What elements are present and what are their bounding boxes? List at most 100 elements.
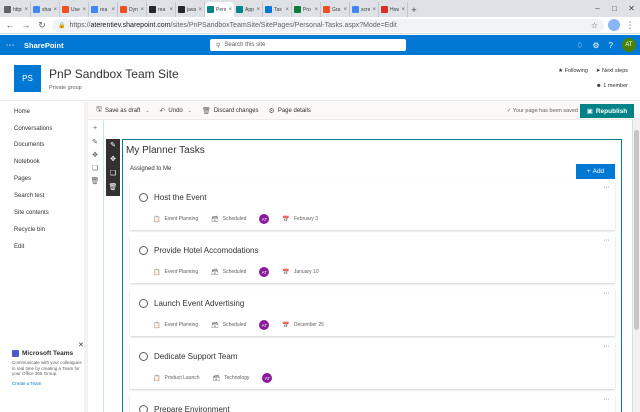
discard-changes-button[interactable]: 🗑 Discard changes bbox=[202, 107, 259, 115]
site-logo[interactable]: PS bbox=[14, 65, 41, 92]
browser-tab[interactable]: scre × bbox=[350, 2, 379, 17]
browser-tab[interactable]: Pers × bbox=[205, 2, 234, 17]
user-avatar[interactable]: AT bbox=[622, 38, 636, 52]
close-window-icon[interactable]: ✕ bbox=[623, 0, 640, 17]
browser-tab[interactable]: Gra × bbox=[321, 2, 350, 17]
close-tab-icon[interactable]: × bbox=[314, 7, 318, 13]
bell-icon[interactable]: ♢ bbox=[576, 41, 583, 50]
nav-item[interactable]: Recycle bin bbox=[14, 227, 45, 233]
close-tab-icon[interactable]: × bbox=[111, 7, 115, 13]
nav-item[interactable]: Notebook bbox=[14, 159, 40, 165]
task-title[interactable]: Host the Event bbox=[154, 193, 206, 202]
republish-button[interactable]: ▣ Republish bbox=[580, 104, 634, 118]
browser-tab[interactable]: Pro × bbox=[292, 2, 321, 17]
assignee-avatar[interactable]: AT bbox=[259, 267, 270, 277]
create-team-link[interactable]: Create a Team bbox=[12, 381, 82, 386]
complete-task-checkbox[interactable] bbox=[139, 405, 148, 412]
members-button[interactable]: ☻ 1 member bbox=[596, 83, 628, 89]
complete-task-checkbox[interactable] bbox=[139, 246, 148, 255]
browser-tab[interactable]: Tas × bbox=[263, 2, 292, 17]
browser-tab[interactable]: App × bbox=[234, 2, 263, 17]
save-as-draft-button[interactable]: 🖫 Save as draft ⌄ bbox=[96, 105, 156, 116]
close-tab-icon[interactable]: × bbox=[53, 7, 57, 13]
add-section-icon[interactable]: + bbox=[90, 125, 100, 138]
left-nav-scrollbar[interactable] bbox=[84, 102, 88, 412]
nav-item[interactable]: Home bbox=[14, 109, 30, 115]
browser-tab[interactable]: https:× bbox=[2, 2, 31, 17]
add-task-button[interactable]: + Add bbox=[576, 164, 615, 179]
site-title[interactable]: PnP Sandbox Team Site bbox=[49, 67, 179, 81]
page-scrollbar[interactable] bbox=[633, 120, 640, 412]
edit-webpart-icon[interactable]: ✎ bbox=[106, 139, 120, 153]
scrollbar-thumb[interactable] bbox=[634, 130, 639, 330]
back-icon[interactable]: ← bbox=[4, 19, 16, 31]
nav-item[interactable]: Search test bbox=[14, 193, 44, 199]
task-card[interactable]: ··· Launch Event Advertising 📋 Event Planni… bbox=[130, 289, 615, 336]
more-options-icon[interactable]: ··· bbox=[604, 396, 610, 403]
close-tab-icon[interactable]: × bbox=[24, 7, 28, 13]
close-tab-icon[interactable]: × bbox=[198, 7, 202, 13]
browser-tab[interactable]: java × bbox=[176, 2, 205, 17]
more-options-icon[interactable]: ··· bbox=[604, 343, 610, 350]
complete-task-checkbox[interactable] bbox=[139, 299, 148, 308]
duplicate-section-icon[interactable]: ❏ bbox=[90, 164, 100, 177]
chevron-down-icon[interactable]: ⌄ bbox=[188, 108, 192, 114]
task-card[interactable]: ··· Dedicate Support Team 📋 Product Launch 🗃… bbox=[130, 342, 615, 389]
task-card[interactable]: ··· Provide Hotel Accomodations 📋 Event Pla… bbox=[130, 236, 615, 283]
following-button[interactable]: ★ Following bbox=[558, 68, 588, 74]
new-tab-button[interactable]: + bbox=[408, 2, 420, 17]
close-tab-icon[interactable]: × bbox=[82, 7, 86, 13]
delete-webpart-icon[interactable]: 🗑 bbox=[106, 181, 120, 195]
nav-item[interactable]: Pages bbox=[14, 176, 31, 182]
help-icon[interactable]: ? bbox=[609, 41, 613, 50]
nav-item[interactable]: Site contents bbox=[14, 210, 49, 216]
delete-section-icon[interactable]: 🗑 bbox=[90, 177, 100, 190]
more-options-icon[interactable]: ··· bbox=[604, 237, 610, 244]
task-card[interactable]: ··· Host the Event 📋 Event Planning 🗃 Schedul… bbox=[130, 183, 615, 230]
forward-icon[interactable]: → bbox=[20, 19, 32, 31]
browser-tab[interactable]: How × bbox=[379, 2, 408, 17]
minimize-icon[interactable]: – bbox=[589, 0, 606, 17]
assignee-avatar[interactable]: AT bbox=[259, 320, 270, 330]
duplicate-webpart-icon[interactable]: ❏ bbox=[106, 167, 120, 181]
site-search-box[interactable]: ⚲ Search this site bbox=[210, 39, 406, 51]
maximize-icon[interactable]: □ bbox=[606, 0, 623, 17]
sharepoint-brand[interactable]: SharePoint bbox=[24, 41, 64, 50]
close-icon[interactable]: ✕ bbox=[78, 341, 84, 349]
more-options-icon[interactable]: ··· bbox=[604, 184, 610, 191]
assignee-avatar[interactable]: AT bbox=[259, 214, 270, 224]
undo-button[interactable]: ↶ Undo ⌄ bbox=[160, 107, 198, 115]
browser-tab[interactable]: Dyn × bbox=[118, 2, 147, 17]
close-tab-icon[interactable]: × bbox=[343, 7, 347, 13]
gear-icon[interactable]: ⚙ bbox=[592, 41, 599, 50]
close-tab-icon[interactable]: × bbox=[372, 7, 376, 13]
task-title[interactable]: Launch Event Advertising bbox=[154, 299, 244, 308]
more-options-icon[interactable]: ··· bbox=[604, 290, 610, 297]
close-tab-icon[interactable]: × bbox=[256, 7, 260, 13]
task-title[interactable]: Provide Hotel Accomodations bbox=[154, 246, 259, 255]
browser-tab[interactable]: shar × bbox=[31, 2, 60, 17]
task-title[interactable]: Prepare Environment bbox=[154, 405, 230, 412]
next-steps-button[interactable]: ➤ Next steps bbox=[596, 68, 628, 74]
chevron-down-icon[interactable]: ⌄ bbox=[145, 108, 149, 114]
nav-item[interactable]: Edit bbox=[14, 244, 24, 250]
close-tab-icon[interactable]: × bbox=[169, 7, 173, 13]
complete-task-checkbox[interactable] bbox=[139, 193, 148, 202]
address-bar[interactable]: 🔒 https://aterentiev.sharepoint.com/site… bbox=[52, 18, 604, 32]
close-tab-icon[interactable]: × bbox=[140, 7, 144, 13]
close-tab-icon[interactable]: × bbox=[285, 7, 289, 13]
edit-section-icon[interactable]: ✎ bbox=[90, 138, 100, 151]
app-launcher-icon[interactable]: ⋯ bbox=[0, 35, 20, 55]
complete-task-checkbox[interactable] bbox=[139, 352, 148, 361]
close-tab-icon[interactable]: × bbox=[228, 7, 232, 13]
reload-icon[interactable]: ↻ bbox=[36, 19, 48, 31]
browser-tab[interactable]: rea × bbox=[89, 2, 118, 17]
bookmark-star-icon[interactable]: ☆ bbox=[591, 21, 598, 30]
assignee-avatar[interactable]: AT bbox=[262, 373, 273, 383]
nav-item[interactable]: Documents bbox=[14, 142, 44, 148]
browser-tab[interactable]: Use × bbox=[60, 2, 89, 17]
browser-profile-avatar[interactable] bbox=[608, 19, 620, 31]
browser-tab[interactable]: rea × bbox=[147, 2, 176, 17]
task-card[interactable]: ··· Prepare Environment bbox=[130, 395, 615, 412]
close-tab-icon[interactable]: × bbox=[401, 7, 405, 13]
